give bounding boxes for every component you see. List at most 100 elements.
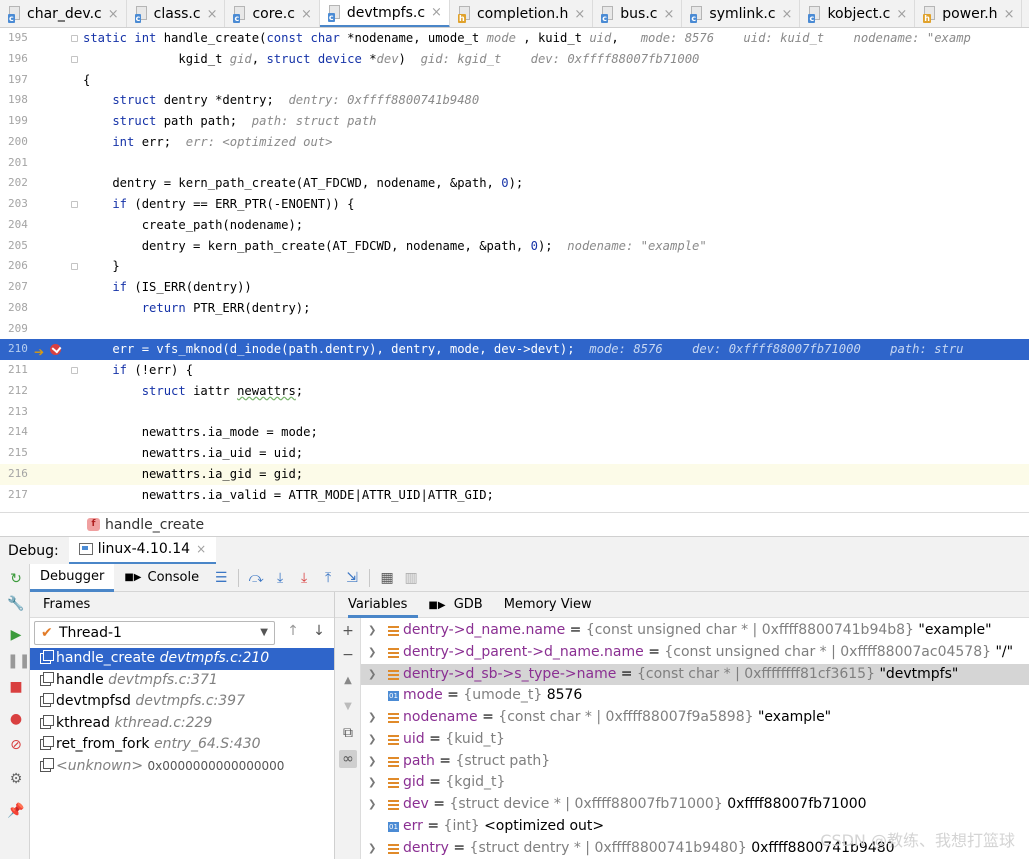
trace-icon[interactable]: ▥	[400, 567, 422, 589]
variable-row[interactable]: ❯ gid = {kgid_t}	[361, 772, 1029, 794]
step-out-icon[interactable]: ⤒	[317, 567, 339, 589]
frame-up-icon[interactable]: ↑	[285, 623, 301, 641]
gutter[interactable]: 207	[0, 277, 78, 298]
gutter[interactable]: 195	[0, 28, 78, 49]
tab-debugger[interactable]: Debugger	[30, 563, 115, 592]
code-editor[interactable]: 195 static int handle_create(const char *…	[0, 28, 1029, 512]
code-line[interactable]: 211 if (!err) {	[0, 360, 1029, 381]
gutter[interactable]: 201	[0, 153, 78, 174]
stack-frame[interactable]: handle devtmpfs.c:371	[30, 670, 334, 692]
variable-row[interactable]: ❯ uid = {kuid_t}	[361, 729, 1029, 751]
code-line[interactable]: 202 dentry = kern_path_create(AT_FDCWD, …	[0, 173, 1029, 194]
variable-row[interactable]: ❯ dentry->d_sb->s_type->name = {const cha…	[361, 663, 1029, 686]
gutter[interactable]: 202	[0, 173, 78, 194]
code-line[interactable]: 201	[0, 153, 1029, 174]
editor-tab[interactable]: c class.c ×	[127, 0, 226, 27]
stack-frame[interactable]: handle_create devtmpfs.c:210	[30, 648, 334, 670]
code-line[interactable]: 215 newattrs.ia_uid = uid;	[0, 443, 1029, 464]
gutter[interactable]: 209	[0, 319, 78, 340]
variable-row[interactable]: ❯ path = {struct path}	[361, 751, 1029, 773]
code-line[interactable]: 197 {	[0, 70, 1029, 91]
tab-variables[interactable]: Variables	[348, 592, 419, 618]
thread-selector[interactable]: ✔ Thread-1 ▼	[34, 621, 275, 645]
rerun-icon[interactable]: ↻	[7, 570, 25, 588]
gutter[interactable]: 212	[0, 381, 78, 402]
code-line[interactable]: 196 kgid_t gid, struct device *dev) gid:…	[0, 49, 1029, 70]
tab-gdb[interactable]: ■▶ GDB	[428, 592, 493, 618]
close-icon[interactable]: ×	[108, 7, 119, 22]
gutter[interactable]: 210 ➔	[0, 339, 78, 360]
close-icon[interactable]: ×	[782, 7, 793, 22]
variable-row[interactable]: ❯ dentry->d_name.name = {const unsigned c…	[361, 620, 1029, 642]
editor-tab[interactable]: c devtmpfs.c ×	[319, 0, 450, 27]
expand-chevron-icon[interactable]: ❯	[368, 751, 376, 773]
variable-row[interactable]: 01 mode = {umode_t} 8576	[361, 685, 1029, 707]
expand-chevron-icon[interactable]: ❯	[368, 772, 376, 794]
gutter[interactable]: 196	[0, 49, 78, 70]
remove-watch-icon[interactable]: −	[339, 646, 357, 664]
variable-row[interactable]: ❯ nodename = {const char * | 0xffff88007f…	[361, 707, 1029, 729]
variable-row[interactable]: ❯ dentry->d_parent->d_name.name = {const …	[361, 642, 1029, 664]
fold-marker-icon[interactable]	[71, 35, 78, 42]
gear-icon[interactable]: ⚙	[7, 770, 25, 788]
gutter[interactable]: 216	[0, 464, 78, 485]
gutter[interactable]: 205	[0, 236, 78, 257]
expand-chevron-icon[interactable]: ❯	[368, 664, 376, 686]
menu-icon[interactable]: ☰	[210, 567, 232, 589]
close-icon[interactable]: ×	[664, 7, 675, 22]
gutter[interactable]: 203	[0, 194, 78, 215]
code-line[interactable]: 205 dentry = kern_path_create(AT_FDCWD, …	[0, 236, 1029, 257]
force-step-into-icon[interactable]: ⤓	[293, 567, 315, 589]
gutter[interactable]: 200	[0, 132, 78, 153]
fold-marker-icon[interactable]	[71, 367, 78, 374]
debug-config-tab[interactable]: linux-4.10.14 ×	[68, 536, 217, 565]
gutter[interactable]: 214	[0, 422, 78, 443]
gutter[interactable]: 206	[0, 256, 78, 277]
close-icon[interactable]: ×	[301, 7, 312, 22]
add-watch-icon[interactable]: +	[339, 622, 357, 640]
code-line[interactable]: 212 struct iattr newattrs;	[0, 381, 1029, 402]
code-line[interactable]: 209	[0, 319, 1029, 340]
stack-frame[interactable]: kthread kthread.c:229	[30, 713, 334, 735]
resume-icon[interactable]: ▶	[7, 626, 25, 644]
move-down-icon[interactable]: ▼	[339, 698, 357, 716]
close-icon[interactable]: ×	[196, 542, 206, 556]
code-line[interactable]: 206 }	[0, 256, 1029, 277]
expand-chevron-icon[interactable]: ❯	[368, 620, 376, 642]
pause-icon[interactable]: ❚❚	[7, 652, 30, 670]
editor-tab[interactable]: h power.h ×	[915, 0, 1023, 27]
pin-icon[interactable]: 📌	[7, 802, 25, 820]
code-line[interactable]: 195 static int handle_create(const char *…	[0, 28, 1029, 49]
code-line[interactable]: 213	[0, 402, 1029, 423]
editor-tab[interactable]: c symlink.c ×	[682, 0, 801, 27]
step-over-icon[interactable]: ⤼	[245, 567, 267, 589]
close-icon[interactable]: ×	[207, 7, 218, 22]
breakpoint-icon[interactable]	[50, 344, 61, 356]
code-line[interactable]: 208 return PTR_ERR(dentry);	[0, 298, 1029, 319]
fold-marker-icon[interactable]	[71, 201, 78, 208]
code-line[interactable]: 204 create_path(nodename);	[0, 215, 1029, 236]
fold-marker-icon[interactable]	[71, 55, 78, 63]
gutter[interactable]: 198	[0, 90, 78, 111]
expand-chevron-icon[interactable]: ❯	[368, 707, 376, 729]
move-up-icon[interactable]: ▲	[339, 672, 357, 690]
code-line[interactable]: 199 struct path path; path: struct path	[0, 111, 1029, 132]
editor-tab[interactable]: h completion.h ×	[450, 0, 594, 27]
close-icon[interactable]: ×	[896, 7, 907, 22]
view-breakpoints-icon[interactable]: ●	[7, 710, 25, 728]
step-into-icon[interactable]: ⤓	[269, 567, 291, 589]
code-line[interactable]: 200 int err; err: <optimized out>	[0, 132, 1029, 153]
tab-memory-view[interactable]: Memory View	[504, 592, 603, 618]
breadcrumb[interactable]: f handle_create	[0, 512, 1029, 536]
editor-tab[interactable]: cma	[1022, 0, 1029, 27]
close-icon[interactable]: ×	[431, 5, 442, 20]
editor-tab[interactable]: c kobject.c ×	[800, 0, 916, 27]
expand-chevron-icon[interactable]: ❯	[368, 794, 376, 816]
code-line[interactable]: 210 ➔ err = vfs_mknod(d_inode(path.dentry…	[0, 339, 1029, 360]
tab-console[interactable]: ■▶ Console	[114, 564, 209, 592]
close-icon[interactable]: ×	[1004, 7, 1015, 22]
expand-chevron-icon[interactable]: ❯	[368, 729, 376, 751]
code-line[interactable]: 207 if (IS_ERR(dentry))	[0, 277, 1029, 298]
gutter[interactable]: 197	[0, 70, 78, 91]
expand-chevron-icon[interactable]: ❯	[368, 838, 376, 859]
